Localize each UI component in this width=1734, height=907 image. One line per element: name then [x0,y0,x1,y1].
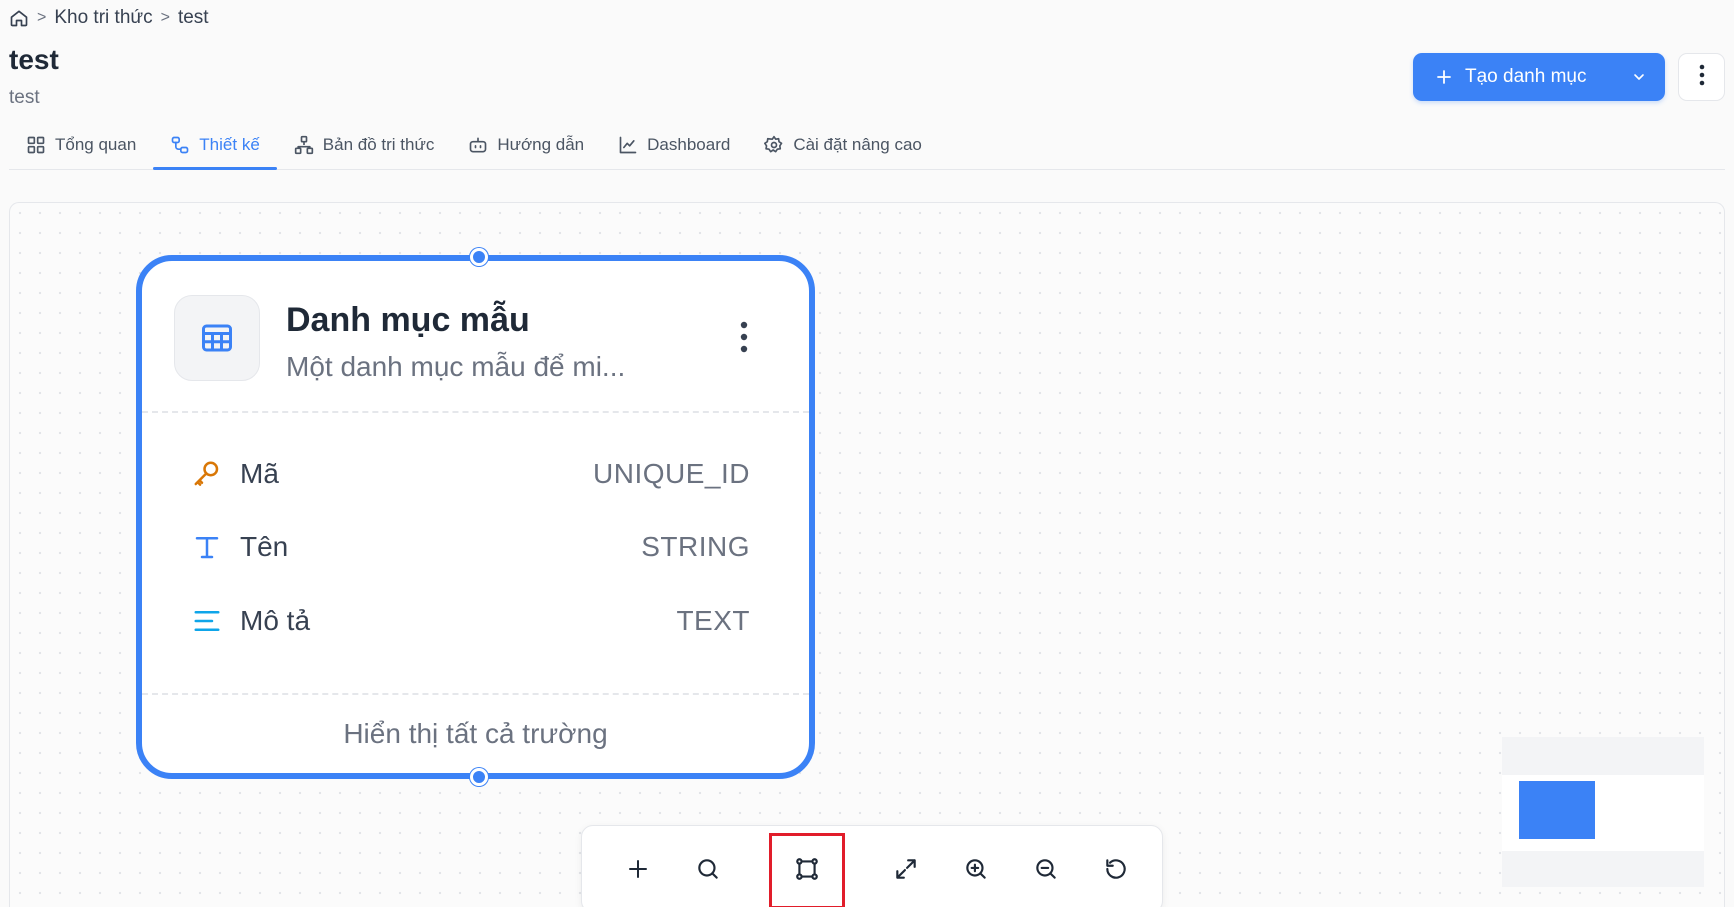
robot-icon [468,135,488,155]
search-button[interactable] [683,846,733,896]
tab-advanced-settings[interactable]: Cài đặt nâng cao [747,120,939,169]
tab-design[interactable]: Thiết kế [153,120,278,170]
reset-button[interactable] [1091,846,1141,896]
category-node[interactable]: Danh mục mẫu Một danh mục mẫu để mi... M… [136,248,815,786]
field-type: STRING [641,531,750,562]
grid-icon [26,135,46,155]
create-category-label: Tạo danh mục [1465,66,1587,87]
zoom-out-icon [1033,856,1059,887]
plus-icon [1435,68,1453,86]
tab-guide[interactable]: Hướng dẫn [451,120,601,169]
page-subtitle: test [9,87,40,108]
tab-label: Cài đặt nâng cao [793,134,922,154]
tab-label: Thiết kế [199,134,260,154]
text-t-icon [190,532,224,562]
minimap[interactable] [1502,737,1704,887]
field-type: UNIQUE_ID [593,458,750,489]
breadcrumb-separator: > [160,9,170,26]
vertical-dots-icon [740,321,748,358]
show-all-fields-link[interactable]: Hiển thị tất cả trường [142,693,809,773]
more-options-button[interactable] [1678,53,1725,101]
fullscreen-button[interactable] [881,846,931,896]
field-type: TEXT [676,605,750,636]
minimap-node [1519,781,1595,839]
design-icon [170,135,190,155]
page: > Kho tri thức > test test test Tạo danh… [0,0,1734,907]
field-name: Mô tả [240,605,311,636]
canvas-toolbar [581,825,1163,907]
design-canvas[interactable]: Danh mục mẫu Một danh mục mẫu để mi... M… [9,202,1725,907]
breadcrumb-separator: > [37,9,47,26]
node-title: Danh mục mẫu [286,301,530,339]
field-row[interactable]: Tên STRING [190,524,750,570]
node-description: Một danh mục mẫu để mi... [286,351,626,382]
zoom-in-icon [963,856,989,887]
breadcrumb: > Kho tri thức > test [9,6,209,30]
breadcrumb-item-current: test [177,7,209,28]
plus-icon [626,857,650,886]
tab-label: Dashboard [647,134,731,154]
key-icon [190,459,224,489]
tab-dashboard[interactable]: Dashboard [601,120,747,169]
expand-icon [893,856,919,887]
gear-icon [764,135,784,155]
field-name: Tên [240,531,289,562]
field-row[interactable]: Mã UNIQUE_ID [190,451,750,497]
tab-label: Hướng dẫn [497,134,585,154]
lines-icon [190,606,224,636]
sitemap-icon [294,135,314,155]
zoom-in-button[interactable] [951,846,1001,896]
tab-bar: Tổng quan Thiết kế Bản đồ tri thức Hướng… [9,120,1725,170]
breadcrumb-item-knowledge[interactable]: Kho tri thức [54,7,152,29]
node-menu-button[interactable] [732,319,756,359]
tab-label: Tổng quan [55,134,137,154]
tab-label: Bản đồ tri thức [322,134,435,154]
vertical-dots-icon [1699,64,1705,91]
add-button[interactable] [613,846,663,896]
rotate-icon [1103,856,1129,887]
tab-overview[interactable]: Tổng quan [9,120,153,169]
create-category-button[interactable]: Tạo danh mục [1413,53,1665,101]
chevron-down-icon[interactable] [1613,53,1665,101]
tab-knowledge-map[interactable]: Bản đồ tri thức [277,120,452,169]
fit-view-button[interactable] [769,833,845,907]
fit-frame-icon [794,856,820,887]
chart-line-icon [618,135,638,155]
zoom-out-button[interactable] [1021,846,1071,896]
home-icon[interactable] [9,8,29,28]
search-icon [695,856,721,887]
page-title: test [9,44,59,75]
field-name: Mã [240,458,279,489]
node-header: Danh mục mẫu Một danh mục mẫu để mi... [142,261,809,413]
field-row[interactable]: Mô tả TEXT [190,598,750,644]
table-icon [174,295,260,381]
